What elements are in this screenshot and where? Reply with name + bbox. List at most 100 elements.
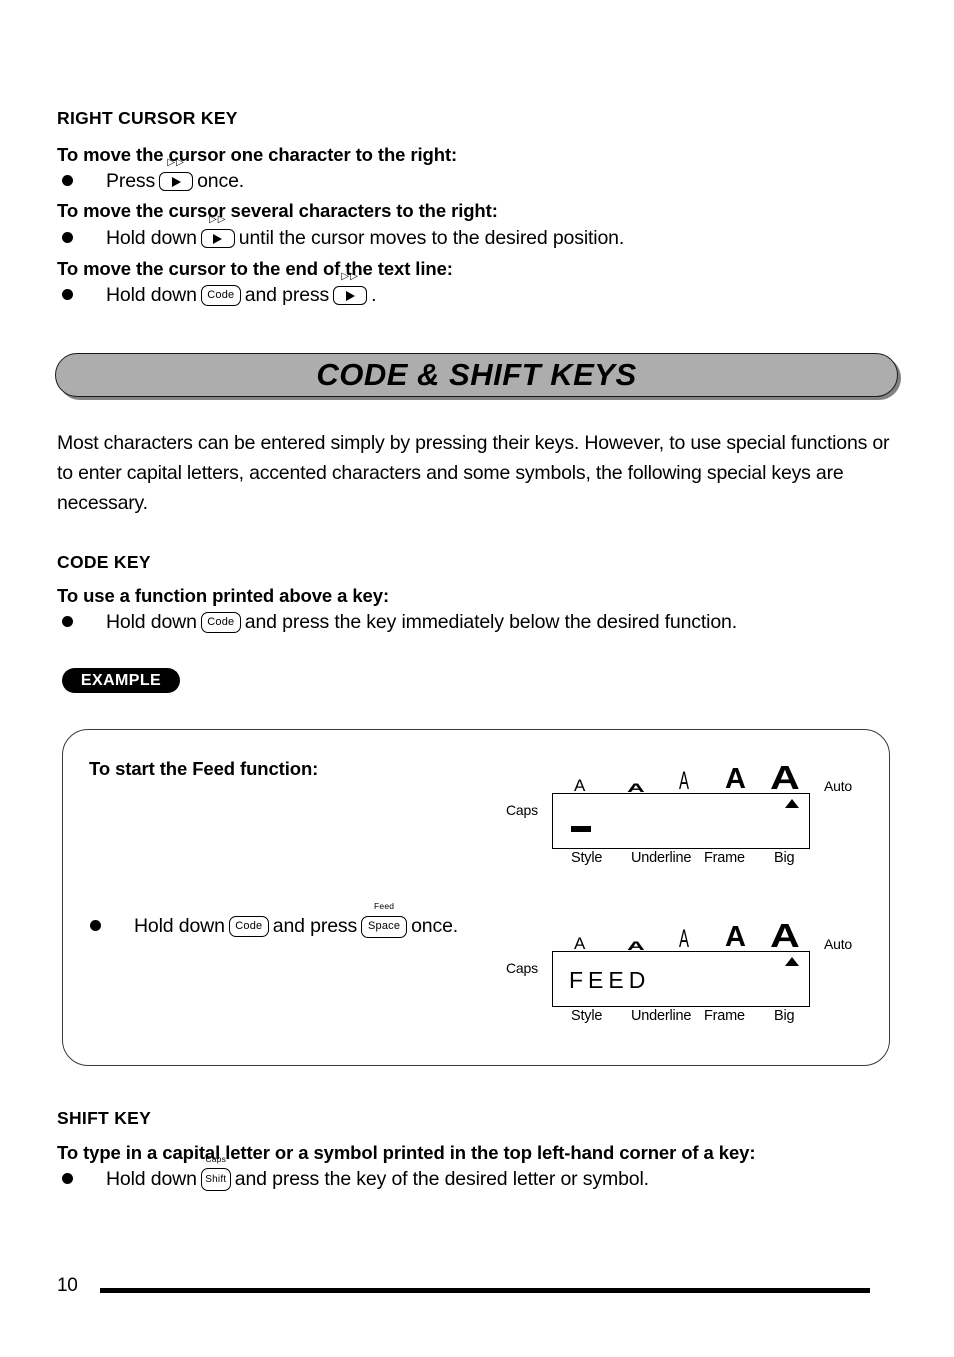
bullet-text-after: . [371, 284, 377, 306]
banner-title: CODE & SHIFT KEYS [316, 357, 637, 392]
key-over-label-fast-forward: ▷▷ [167, 157, 185, 168]
keycap-code[interactable]: Code [228, 916, 269, 938]
lcd-bottom-labels: Style Underline Frame Big [552, 851, 810, 871]
keycap-space-label: Space [367, 920, 401, 933]
intro-paragraph: Most characters can be entered simply by… [57, 432, 890, 514]
bullet-dot [90, 920, 101, 931]
lcd-screen [552, 793, 810, 849]
lcd-label-style: Style [571, 1008, 603, 1024]
right-arrow-icon [345, 290, 355, 301]
style-indicator-a-large: A [725, 763, 746, 795]
key-code[interactable]: Code [228, 915, 269, 938]
key-code[interactable]: Code [200, 284, 241, 307]
question-heading-function-above-key: To use a function printed above a key: [57, 585, 390, 606]
lcd-label-frame: Frame [704, 850, 745, 866]
bullet-item-shift-key: Hold down Caps Shift and press the key o… [62, 1155, 649, 1192]
right-arrow-icon [171, 176, 181, 187]
question-heading-capital-letter: To type in a capital letter or a symbol … [57, 1142, 756, 1163]
bullet-text-before: Hold down [106, 1168, 197, 1190]
style-indicator-a-narrow: A [679, 925, 690, 953]
key-over-label-fast-forward: ▷▷ [209, 214, 227, 225]
keycap-shift[interactable]: Shift [200, 1168, 231, 1192]
lcd-cursor-mark [571, 826, 591, 832]
style-indicator-a-large: A [725, 921, 746, 953]
question-heading-several-characters: To move the cursor several characters to… [57, 200, 498, 221]
lcd-style-indicator-row: A A A A A [552, 761, 810, 795]
style-indicator-a-big: A [770, 917, 800, 954]
bullet-text-before: Hold down [134, 915, 225, 937]
lcd-caps-indicator: Caps [506, 960, 538, 976]
style-indicator-a-normal: A [574, 776, 586, 795]
lcd-label-underline: Underline [631, 850, 692, 866]
bullet-text-before: Hold down [106, 611, 197, 633]
lcd-display-empty: Caps Auto A A A A A Style Underline Fram… [506, 761, 852, 873]
example-badge-label: EXAMPLE [80, 671, 162, 689]
lcd-style-indicator-row: A A A A A [552, 919, 810, 953]
bullet-item-code-plus-right: Hold down Code and press ▷▷ . [62, 272, 377, 307]
keycap-code[interactable]: Code [200, 285, 241, 307]
lcd-screen: FEED [552, 951, 810, 1007]
bullet-item-press-right-once: Press ▷▷ once. [62, 158, 245, 193]
lcd-label-big: Big [774, 850, 795, 866]
bullet-item-hold-right-arrow: Hold down ▷▷ until the cursor moves to t… [62, 215, 625, 250]
lcd-label-big: Big [774, 1008, 795, 1024]
keycap-right-arrow[interactable] [200, 229, 235, 249]
footer-rule [100, 1288, 870, 1293]
lcd-auto-indicator: Auto [824, 936, 852, 952]
bullet-text-middle: and press [272, 915, 358, 937]
key-right-arrow[interactable]: ▷▷ [159, 158, 194, 193]
bullet-text-after: and press the key of the desired letter … [234, 1168, 649, 1190]
style-indicator-a-narrow: A [679, 767, 690, 795]
lcd-label-frame: Frame [704, 1008, 745, 1024]
section-title-code-key: CODE KEY [57, 552, 151, 572]
lcd-display-feed: Caps Auto A A A A A FEED Style Underline… [506, 919, 852, 1031]
bullet-text-middle: and press [244, 284, 330, 306]
bullet-dot [62, 175, 73, 186]
lcd-auto-pointer-icon [785, 957, 799, 966]
lcd-label-style: Style [571, 850, 603, 866]
key-right-arrow[interactable]: ▷▷ [333, 272, 368, 307]
example-badge: EXAMPLE [62, 668, 180, 693]
section-banner-code-and-shift-keys: CODE & SHIFT KEYS [55, 353, 898, 397]
bullet-dot [62, 289, 73, 300]
question-heading-end-of-text-line: To move the cursor to the end of the tex… [57, 258, 453, 279]
bullet-text-after: and press the key immediately below the … [244, 611, 738, 633]
bullet-text-before: Hold down [106, 284, 197, 306]
keycap-space[interactable]: Space [361, 915, 408, 938]
key-right-arrow[interactable]: ▷▷ [200, 215, 235, 250]
bullet-dot [62, 1173, 73, 1184]
section-title-shift-key: SHIFT KEY [57, 1108, 152, 1128]
keycap-code-label: Code [207, 289, 235, 302]
lcd-auto-pointer-icon [785, 799, 799, 808]
key-over-label-caps: Caps [205, 1154, 227, 1164]
bullet-text-after: until the cursor moves to the desired po… [238, 227, 625, 249]
lcd-auto-indicator: Auto [824, 778, 852, 794]
right-arrow-icon [213, 233, 223, 244]
example-heading: To start the Feed function: [89, 758, 319, 779]
bullet-text-before: Press [106, 170, 156, 192]
lcd-label-underline: Underline [631, 1008, 692, 1024]
keycap-code[interactable]: Code [200, 612, 241, 634]
lcd-caps-indicator: Caps [506, 802, 538, 818]
lcd-screen-text: FEED [569, 967, 651, 993]
page-number: 10 [57, 1275, 78, 1296]
bullet-text-before: Hold down [106, 227, 197, 249]
keycap-code-label: Code [235, 920, 263, 933]
bullet-dot [62, 616, 73, 627]
bullet-text-after: once. [197, 170, 245, 192]
key-over-label-fast-forward: ▷▷ [341, 271, 359, 282]
key-code[interactable]: Code [200, 611, 241, 634]
key-over-label-feed: Feed [374, 901, 395, 911]
bullet-text-after: once. [411, 915, 459, 937]
keycap-right-arrow[interactable] [159, 172, 194, 192]
bullet-item-code-space-feed: Hold down Code and press Feed Space once… [90, 902, 459, 938]
document-page: RIGHT CURSOR KEY To move the cursor one … [0, 0, 954, 1357]
bullet-dot [62, 232, 73, 243]
lcd-bottom-labels: Style Underline Frame Big [552, 1009, 810, 1029]
key-shift[interactable]: Caps Shift [200, 1155, 231, 1192]
keycap-right-arrow[interactable] [333, 286, 368, 306]
question-heading-one-character: To move the cursor one character to the … [57, 144, 458, 165]
section-title-right-cursor-key: RIGHT CURSOR KEY [57, 108, 238, 128]
key-space[interactable]: Feed Space [361, 902, 408, 938]
bullet-item-code-function: Hold down Code and press the key immedia… [62, 611, 737, 634]
